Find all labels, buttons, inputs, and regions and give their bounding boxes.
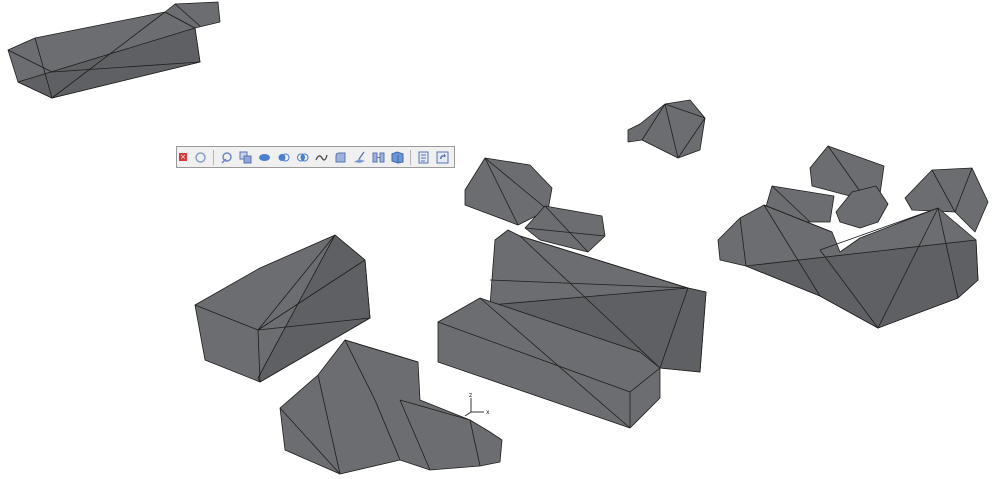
properties-tool-icon[interactable]	[416, 150, 431, 165]
curve-tool-icon[interactable]	[314, 150, 329, 165]
close-icon[interactable]: ×	[179, 153, 187, 161]
box-tool-icon[interactable]	[390, 150, 405, 165]
union-tool-icon[interactable]	[257, 150, 272, 165]
building-mesh[interactable]	[464, 157, 606, 253]
3d-viewport[interactable]	[0, 0, 999, 479]
fillet-tool-icon[interactable]	[333, 150, 348, 165]
building-mesh[interactable]	[627, 99, 706, 159]
building-mesh[interactable]	[717, 145, 989, 329]
subtract-tool-icon[interactable]	[276, 150, 291, 165]
axis-triad: z x	[464, 392, 490, 417]
split-tool-icon[interactable]	[371, 150, 386, 165]
toolbar-divider	[410, 149, 411, 165]
refresh-tool-icon[interactable]	[435, 150, 450, 165]
intersect-tool-icon[interactable]	[295, 150, 310, 165]
axis-x-label: x	[486, 409, 490, 416]
building-mesh[interactable]	[7, 1, 221, 99]
select-tool-icon[interactable]	[193, 150, 208, 165]
toolbar-divider	[213, 149, 214, 165]
copy-tool-icon[interactable]	[238, 150, 253, 165]
axis-z-label: z	[469, 392, 472, 399]
sketch-tool-icon[interactable]	[219, 150, 234, 165]
extrude-tool-icon[interactable]	[352, 150, 367, 165]
floating-toolbar[interactable]: ×	[176, 146, 455, 168]
